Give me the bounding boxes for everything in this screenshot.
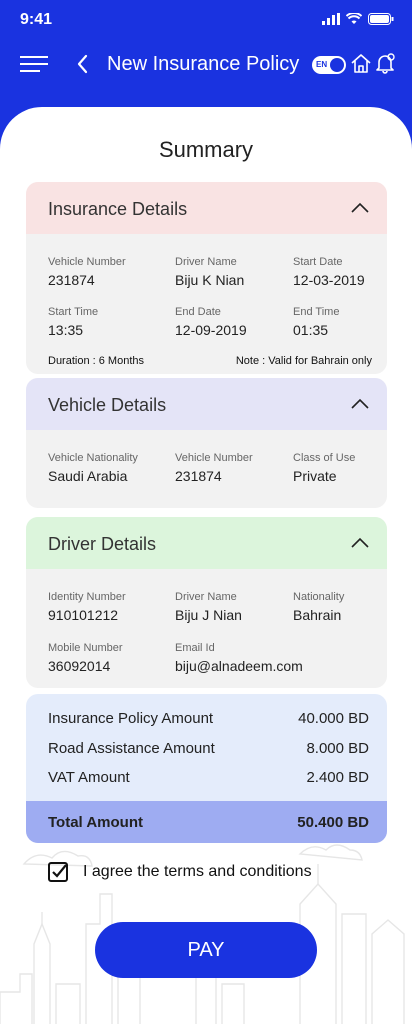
field-driver-name: Driver Name Biju K Nian <box>175 256 245 288</box>
field-start-time: Start Time 13:35 <box>48 306 99 338</box>
field-end-date: End Date 12-09-2019 <box>175 306 247 338</box>
field-vehicle-number: Vehicle Number 231874 <box>175 452 253 484</box>
notification-bell-icon[interactable] <box>374 52 396 74</box>
status-icons <box>322 13 394 25</box>
driver-details-card: Driver Details Identity Number 910101212 … <box>26 517 387 688</box>
field-end-time: End Time 01:35 <box>293 306 340 338</box>
field-nationality: Nationality Bahrain <box>293 591 345 623</box>
chevron-up-icon <box>351 537 369 548</box>
insurance-details-header[interactable]: Insurance Details <box>26 182 387 234</box>
field-identity-number: Identity Number 910101212 <box>48 591 126 623</box>
toggle-knob <box>330 58 344 72</box>
field-start-date: Start Date 12-03-2019 <box>293 256 365 288</box>
page-title: New Insurance Policy <box>107 53 300 75</box>
pay-button[interactable]: PAY <box>95 922 317 978</box>
home-icon[interactable] <box>350 52 372 74</box>
field-vehicle-nationality: Vehicle Nationality Saudi Arabia <box>48 452 138 484</box>
driver-details-title: Driver Details <box>48 534 157 554</box>
signal-icon <box>322 13 340 25</box>
back-chevron-icon[interactable] <box>74 53 92 75</box>
language-toggle[interactable]: EN <box>312 56 346 74</box>
amount-summary-card: Insurance Policy Amount 40.000 BD Road As… <box>26 694 387 843</box>
field-class-of-use: Class of Use Private <box>293 452 356 484</box>
insurance-details-title: Insurance Details <box>48 199 188 219</box>
summary-heading: Summary <box>158 137 254 162</box>
total-amount-bar: Total Amount 50.400 BD <box>26 801 387 843</box>
menu-icon[interactable] <box>20 56 48 74</box>
insurance-details-card: Insurance Details Vehicle Number 231874 D… <box>26 182 387 374</box>
vehicle-details-title: Vehicle Details <box>48 395 167 415</box>
duration-text: Duration : 6 Months <box>48 355 144 367</box>
chevron-up-icon <box>351 398 369 409</box>
status-time: 9:41 <box>20 11 53 28</box>
wifi-icon <box>346 13 362 24</box>
vehicle-details-card: Vehicle Details Vehicle Nationality Saudi… <box>26 378 387 508</box>
total-label: Total Amount <box>48 814 143 831</box>
vehicle-details-header[interactable]: Vehicle Details <box>26 378 387 430</box>
validity-note: Note : Valid for Bahrain only <box>235 355 372 367</box>
terms-agreement: I agree the terms and conditions <box>48 862 398 886</box>
terms-label[interactable]: I agree the terms and conditions <box>83 863 312 881</box>
amount-row-policy: Insurance Policy Amount 40.000 BD <box>48 710 369 727</box>
top-app-bar: New Insurance Policy EN <box>0 40 412 90</box>
field-driver-name: Driver Name Biju J Nian <box>175 591 242 623</box>
amount-row-road-assistance: Road Assistance Amount 8.000 BD <box>48 740 369 757</box>
content-sheet: Summary Insurance Details Vehicle Number… <box>0 107 412 1024</box>
total-value: 50.400 BD <box>297 814 369 831</box>
driver-details-header[interactable]: Driver Details <box>26 517 387 569</box>
amount-row-vat: VAT Amount 2.400 BD <box>48 769 369 786</box>
field-vehicle-number: Vehicle Number 231874 <box>48 256 126 288</box>
status-bar: 9:41 <box>0 0 412 40</box>
field-email-id: Email Id biju@alnadeem.com <box>175 642 303 674</box>
language-label: EN <box>316 60 328 69</box>
checkmark-icon <box>52 864 66 878</box>
battery-icon <box>368 13 394 25</box>
chevron-up-icon <box>351 202 369 213</box>
field-mobile-number: Mobile Number 36092014 <box>48 642 123 674</box>
terms-checkbox[interactable] <box>48 862 68 882</box>
